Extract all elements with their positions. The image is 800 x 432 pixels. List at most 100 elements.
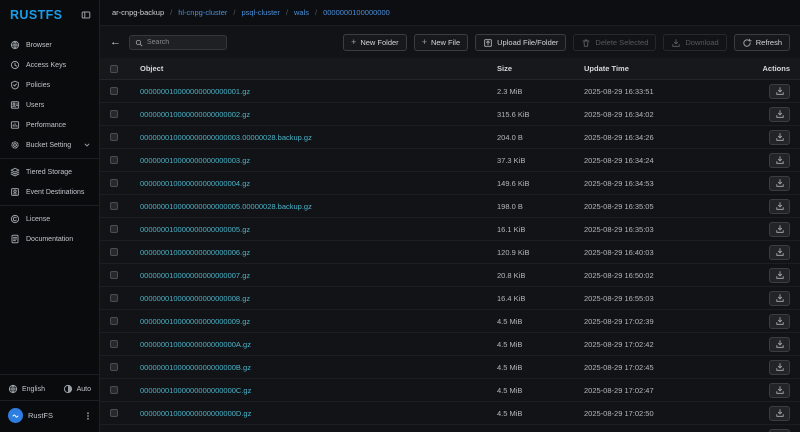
sidebar-item-bucket-setting[interactable]: Bucket Setting xyxy=(0,135,99,155)
select-all-checkbox[interactable] xyxy=(110,64,118,73)
download-icon xyxy=(775,109,785,119)
search-input[interactable] xyxy=(147,39,221,46)
row-checkbox[interactable] xyxy=(110,179,118,187)
sidebar-item-users[interactable]: Users xyxy=(0,95,99,115)
object-link[interactable]: 000000010000000000000006.gz xyxy=(140,248,497,257)
object-link[interactable]: 000000010000000000000008.gz xyxy=(140,294,497,303)
object-size: 20.8 KiB xyxy=(497,270,526,280)
trash-icon xyxy=(581,38,591,48)
object-link[interactable]: 000000010000000000000002.gz xyxy=(140,110,497,119)
object-link[interactable]: 000000010000000000000005.gz xyxy=(140,225,497,234)
sidebar-footer: English Auto RustFS xyxy=(0,371,99,432)
download-object-button[interactable] xyxy=(769,359,790,375)
sidebar-item-performance[interactable]: Performance xyxy=(0,115,99,135)
row-checkbox[interactable] xyxy=(110,156,118,164)
row-checkbox[interactable] xyxy=(110,363,118,371)
user-menu[interactable]: RustFS xyxy=(0,400,99,432)
breadcrumb-item[interactable]: wals xyxy=(294,8,309,17)
table-row: 00000001000000000000000B.gz 4.5 MiB 2025-0… xyxy=(100,356,800,379)
sidebar-item-browser[interactable]: Browser xyxy=(0,35,99,55)
auto-theme-icon xyxy=(63,384,73,394)
sidebar-item-documentation[interactable]: Documentation xyxy=(0,229,99,249)
object-link[interactable]: 00000001000000000000000C.gz xyxy=(140,386,497,395)
row-actions xyxy=(769,290,790,306)
sidebar-item-policies[interactable]: Policies xyxy=(0,75,99,95)
divider xyxy=(0,158,99,159)
object-link[interactable]: 000000010000000000000003.00000028.backup… xyxy=(140,133,497,142)
row-actions xyxy=(769,267,790,283)
back-button[interactable]: ← xyxy=(110,37,121,48)
row-checkbox[interactable] xyxy=(110,248,118,256)
documentation-icon xyxy=(10,234,20,244)
download-object-button[interactable] xyxy=(769,336,790,352)
breadcrumb-item[interactable]: psql-cluster xyxy=(242,8,280,17)
object-size: 198.0 B xyxy=(497,201,523,211)
row-checkbox[interactable] xyxy=(110,294,118,302)
download-object-button[interactable] xyxy=(769,405,790,421)
object-link[interactable]: 00000001000000000000000A.gz xyxy=(140,340,497,349)
download-object-button[interactable] xyxy=(769,267,790,283)
language-label: English xyxy=(22,385,45,393)
object-link[interactable]: 00000001000000000000000D.gz xyxy=(140,409,497,418)
language-button[interactable]: English xyxy=(8,384,45,394)
download-object-button[interactable] xyxy=(769,382,790,398)
row-checkbox[interactable] xyxy=(110,87,118,95)
object-size: 315.6 KiB xyxy=(497,109,530,119)
column-header-update-time: Update Time xyxy=(584,64,629,73)
sidebar-item-license[interactable]: License xyxy=(0,209,99,229)
object-link[interactable]: 00000001000000000000000B.gz xyxy=(140,363,497,372)
sidebar-item-access-keys[interactable]: Access Keys xyxy=(0,55,99,75)
object-link[interactable]: 000000010000000000000005.00000028.backup… xyxy=(140,202,497,211)
download-object-button[interactable] xyxy=(769,198,790,214)
sidebar-item-tiered-storage[interactable]: Tiered Storage xyxy=(0,162,99,182)
refresh-button[interactable]: Refresh xyxy=(733,34,790,51)
download-object-button[interactable] xyxy=(769,290,790,306)
new-folder-button[interactable]: + New Folder xyxy=(343,34,407,51)
row-checkbox[interactable] xyxy=(110,386,118,394)
row-checkbox[interactable] xyxy=(110,271,118,279)
download-icon xyxy=(775,178,785,188)
row-checkbox[interactable] xyxy=(110,133,118,141)
row-actions xyxy=(769,198,790,214)
sidebar-item-event-destinations[interactable]: Event Destinations xyxy=(0,182,99,202)
download-icon xyxy=(775,316,785,326)
delete-selected-button[interactable]: Delete Selected xyxy=(573,34,657,51)
row-checkbox[interactable] xyxy=(110,409,118,417)
row-checkbox[interactable] xyxy=(110,110,118,118)
breadcrumb-item[interactable]: hl-cnpg-cluster xyxy=(178,8,227,17)
download-object-button[interactable] xyxy=(769,83,790,99)
object-link[interactable]: 000000010000000000000003.gz xyxy=(140,156,497,165)
sidebar-item-label: Browser xyxy=(26,41,52,49)
sidebar-collapse-icon[interactable] xyxy=(81,10,91,20)
download-object-button[interactable] xyxy=(769,221,790,237)
object-link[interactable]: 000000010000000000000001.gz xyxy=(140,87,497,96)
object-update-time: 2025-08-29 16:40:03 xyxy=(584,247,654,257)
download-object-button[interactable] xyxy=(769,152,790,168)
new-file-button[interactable]: + New File xyxy=(413,34,469,51)
object-link[interactable]: 000000010000000000000004.gz xyxy=(140,179,497,188)
row-checkbox[interactable] xyxy=(110,317,118,325)
row-checkbox[interactable] xyxy=(110,202,118,210)
kebab-menu-icon[interactable] xyxy=(83,411,93,421)
sidebar-item-label: Performance xyxy=(26,121,67,129)
row-checkbox[interactable] xyxy=(110,340,118,348)
theme-auto-button[interactable]: Auto xyxy=(63,384,91,394)
table-row: 000000010000000000000005.gz 16.1 KiB 2025-… xyxy=(100,218,800,241)
download-object-button[interactable] xyxy=(769,175,790,191)
download-button[interactable]: Download xyxy=(663,34,727,51)
download-object-button[interactable] xyxy=(769,313,790,329)
download-object-button[interactable] xyxy=(769,106,790,122)
row-checkbox[interactable] xyxy=(110,225,118,233)
object-update-time: 2025-08-29 16:35:05 xyxy=(584,201,654,211)
download-object-button[interactable] xyxy=(769,428,790,432)
table-row: 000000010000000000000002.gz 315.6 KiB 2025… xyxy=(100,103,800,126)
download-object-button[interactable] xyxy=(769,244,790,260)
download-object-button[interactable] xyxy=(769,129,790,145)
upload-file-folder-button[interactable]: Upload File/Folder xyxy=(475,34,567,51)
table-row: 000000010000000000000001.gz 2.3 MiB 2025-0… xyxy=(100,80,800,103)
rustfs-logo: RUSTFS xyxy=(10,8,63,22)
breadcrumb-item[interactable]: 0000000100000000 xyxy=(323,8,390,17)
object-link[interactable]: 000000010000000000000007.gz xyxy=(140,271,497,280)
breadcrumb-item[interactable]: ar-cnpg-backup xyxy=(112,8,164,17)
object-link[interactable]: 000000010000000000000009.gz xyxy=(140,317,497,326)
